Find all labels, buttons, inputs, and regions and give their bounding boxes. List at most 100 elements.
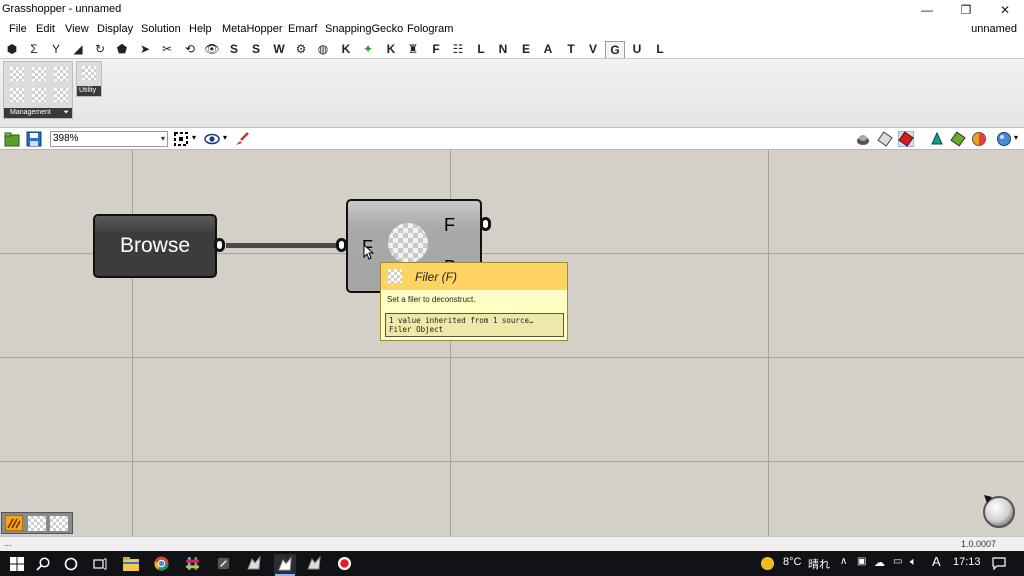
tab-t[interactable]: T [561,41,581,58]
tab-plugin-icon-1[interactable]: ⚙ [291,41,311,58]
tab-plugin-icon-5[interactable]: ☷ [448,41,468,58]
chevron-up-icon[interactable]: ∧ [840,556,847,567]
task-view-icon[interactable] [93,557,107,571]
tab-w[interactable]: W [269,41,289,58]
volume-icon[interactable]: 🔈︎ [910,556,917,569]
menu-solution[interactable]: Solution [141,23,181,35]
close-button[interactable]: ✕ [986,0,1024,20]
rhino-active-taskbar-item[interactable] [274,554,296,576]
file-explorer-icon[interactable] [123,557,139,571]
filer-output-port-f[interactable] [480,217,491,231]
tab-f[interactable]: F [426,41,446,58]
tab-surface[interactable]: ⬟ [112,41,132,58]
browse-output-port[interactable] [214,238,225,252]
zoom-combo[interactable]: 398% ▾ [50,131,168,147]
shaded-preview-icon[interactable] [855,131,871,147]
tab-transform[interactable]: ⟲ [180,41,200,58]
selected-preview-icon[interactable] [898,131,914,147]
menu-edit[interactable]: Edit [36,23,55,35]
tab-plugin-icon-4[interactable]: ♜ [403,41,423,58]
cortana-icon[interactable] [64,557,78,571]
menu-display[interactable]: Display [97,23,133,35]
tab-l2[interactable]: L [650,41,670,58]
weather-condition[interactable]: 晴れ [808,556,830,572]
wireframe-preview-icon[interactable] [877,131,893,147]
connection-wire[interactable] [226,243,340,248]
component-icon-1[interactable] [10,67,24,81]
tab-curve[interactable]: ↻ [90,41,110,58]
browse-component[interactable]: Browse [93,214,217,278]
panel-label-utility[interactable]: Utility [77,86,101,96]
search-icon[interactable] [36,557,50,571]
component-icon-5[interactable] [32,88,46,102]
tab-mesh[interactable]: ➤ [135,41,155,58]
render-sphere-icon[interactable] [996,131,1012,147]
tab-sets[interactable]: Y [46,41,66,58]
menu-metahopper[interactable]: MetaHopper [222,23,283,35]
component-icon-6[interactable] [54,88,68,102]
tab-params[interactable]: ⬢ [2,41,22,58]
rhino-icon-secondary[interactable] [306,555,322,571]
tab-s2[interactable]: S [246,41,266,58]
onedrive-cloud-icon[interactable]: ☁ [874,556,885,569]
tab-k1[interactable]: K [336,41,356,58]
weather-temperature[interactable]: 8°C [783,556,801,568]
zoom-chevron-icon[interactable]: ▾ [161,132,165,146]
tab-intersect[interactable]: ✂ [157,41,177,58]
tab-k2[interactable]: K [381,41,401,58]
tab-vector[interactable]: ◢ [68,41,88,58]
menu-emarf[interactable]: Emarf [288,23,317,35]
component-icon-2[interactable] [32,67,46,81]
tab-e[interactable]: E [516,41,536,58]
mesh-quality-icon[interactable] [929,131,945,147]
mini-panel-icon-1[interactable] [28,516,46,531]
tab-plugin-icon-2[interactable]: ◍ [313,41,333,58]
component-icon-utility[interactable] [82,66,96,80]
tab-maths[interactable]: Σ [24,41,44,58]
minimize-button[interactable]: — [908,0,946,20]
tab-u[interactable]: U [627,41,647,58]
tray-app-icon[interactable]: ▣ [857,556,866,567]
display-color-icon[interactable] [971,131,987,147]
tab-s1[interactable]: S [224,41,244,58]
ime-mode[interactable]: A [932,554,941,569]
recorder-icon[interactable] [337,556,352,571]
menu-view[interactable]: View [65,23,89,35]
tab-v[interactable]: V [583,41,603,58]
tab-n[interactable]: N [493,41,513,58]
notification-center-icon[interactable] [992,557,1006,570]
navigation-compass-icon[interactable] [980,492,1018,530]
rhino-icon[interactable] [246,555,262,571]
component-icon-4[interactable] [10,88,24,102]
grasshopper-canvas[interactable]: Browse F F D Filer (F) Set a filer to de… [0,150,1024,536]
grasshopper-logo-icon[interactable] [5,515,23,531]
menu-fologram[interactable]: Fologram [407,23,453,35]
tab-l1[interactable]: L [471,41,491,58]
zoom-extents-icon[interactable] [173,131,189,147]
restore-button[interactable]: ❐ [947,0,985,20]
component-icon-3[interactable] [54,67,68,81]
tab-display[interactable]: 👁 [202,41,222,58]
app-icon[interactable] [216,556,231,571]
tab-g[interactable]: G [605,41,625,58]
render-chevron-icon[interactable]: ▾ [1014,133,1018,142]
network-icon[interactable]: ▭ [893,556,902,567]
slack-icon[interactable] [185,556,200,571]
sketch-brush-icon[interactable] [234,131,250,147]
preview-eye-icon[interactable] [204,131,220,147]
clock-time[interactable]: 17:13 [953,556,981,568]
chrome-icon[interactable] [154,556,169,571]
filer-input-port[interactable] [336,238,347,252]
menu-help[interactable]: Help [189,23,212,35]
zoom-extents-chevron-icon[interactable]: ▾ [192,133,196,142]
mesh-settings-icon[interactable] [950,131,966,147]
menu-snappinggecko[interactable]: SnappingGecko [325,23,403,35]
weather-sun-icon[interactable] [760,556,775,571]
panel-expand-icon[interactable]: ⏷ [63,108,69,118]
mini-panel-icon-2[interactable] [50,516,68,531]
panel-label-management[interactable]: Management ⏷ [4,108,72,118]
preview-chevron-icon[interactable]: ▾ [223,133,227,142]
tab-a[interactable]: A [538,41,558,58]
tab-plugin-icon-3[interactable]: ✦ [358,41,378,58]
open-file-icon[interactable] [4,131,20,147]
